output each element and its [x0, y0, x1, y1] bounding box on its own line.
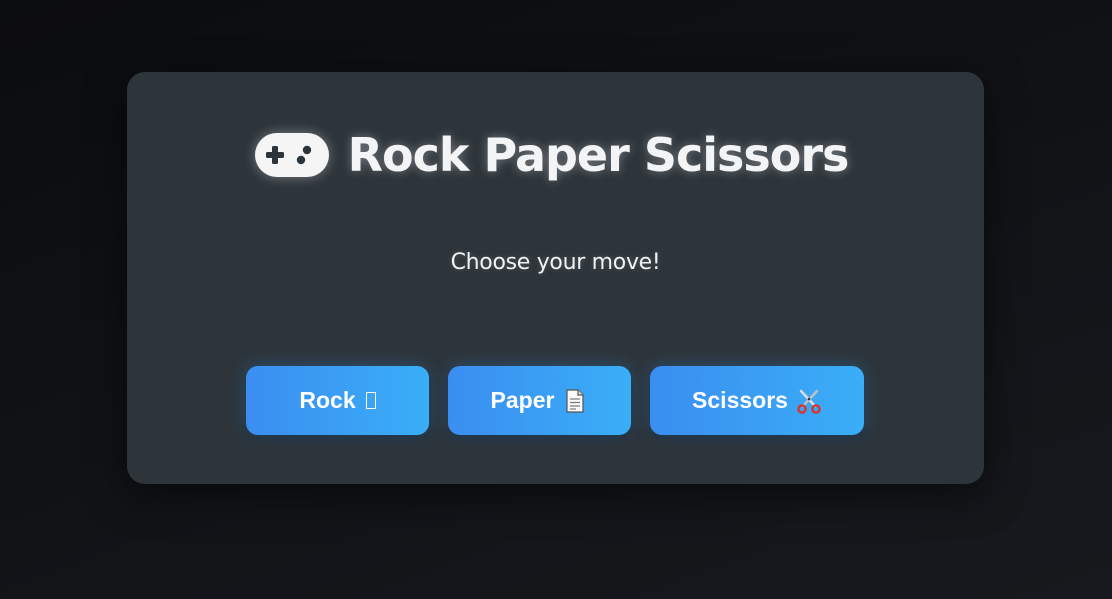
scissors-button-label: Scissors — [692, 387, 788, 413]
title-row: Rock Paper Scissors — [0, 128, 1107, 182]
scissors-icon — [796, 388, 822, 414]
game-controller-icon — [254, 132, 330, 178]
paper-button[interactable]: Paper — [448, 366, 631, 435]
page-icon — [562, 388, 588, 414]
page-title: Rock Paper Scissors — [347, 128, 850, 182]
paper-button-label: Paper — [490, 387, 555, 413]
rock-button-label: Rock — [299, 387, 356, 413]
rock-button[interactable]: Rock — [246, 366, 429, 435]
scissors-button[interactable]: Scissors — [650, 366, 864, 435]
missing-glyph-icon — [365, 392, 376, 409]
instruction-text: Choose your move! — [450, 250, 661, 275]
